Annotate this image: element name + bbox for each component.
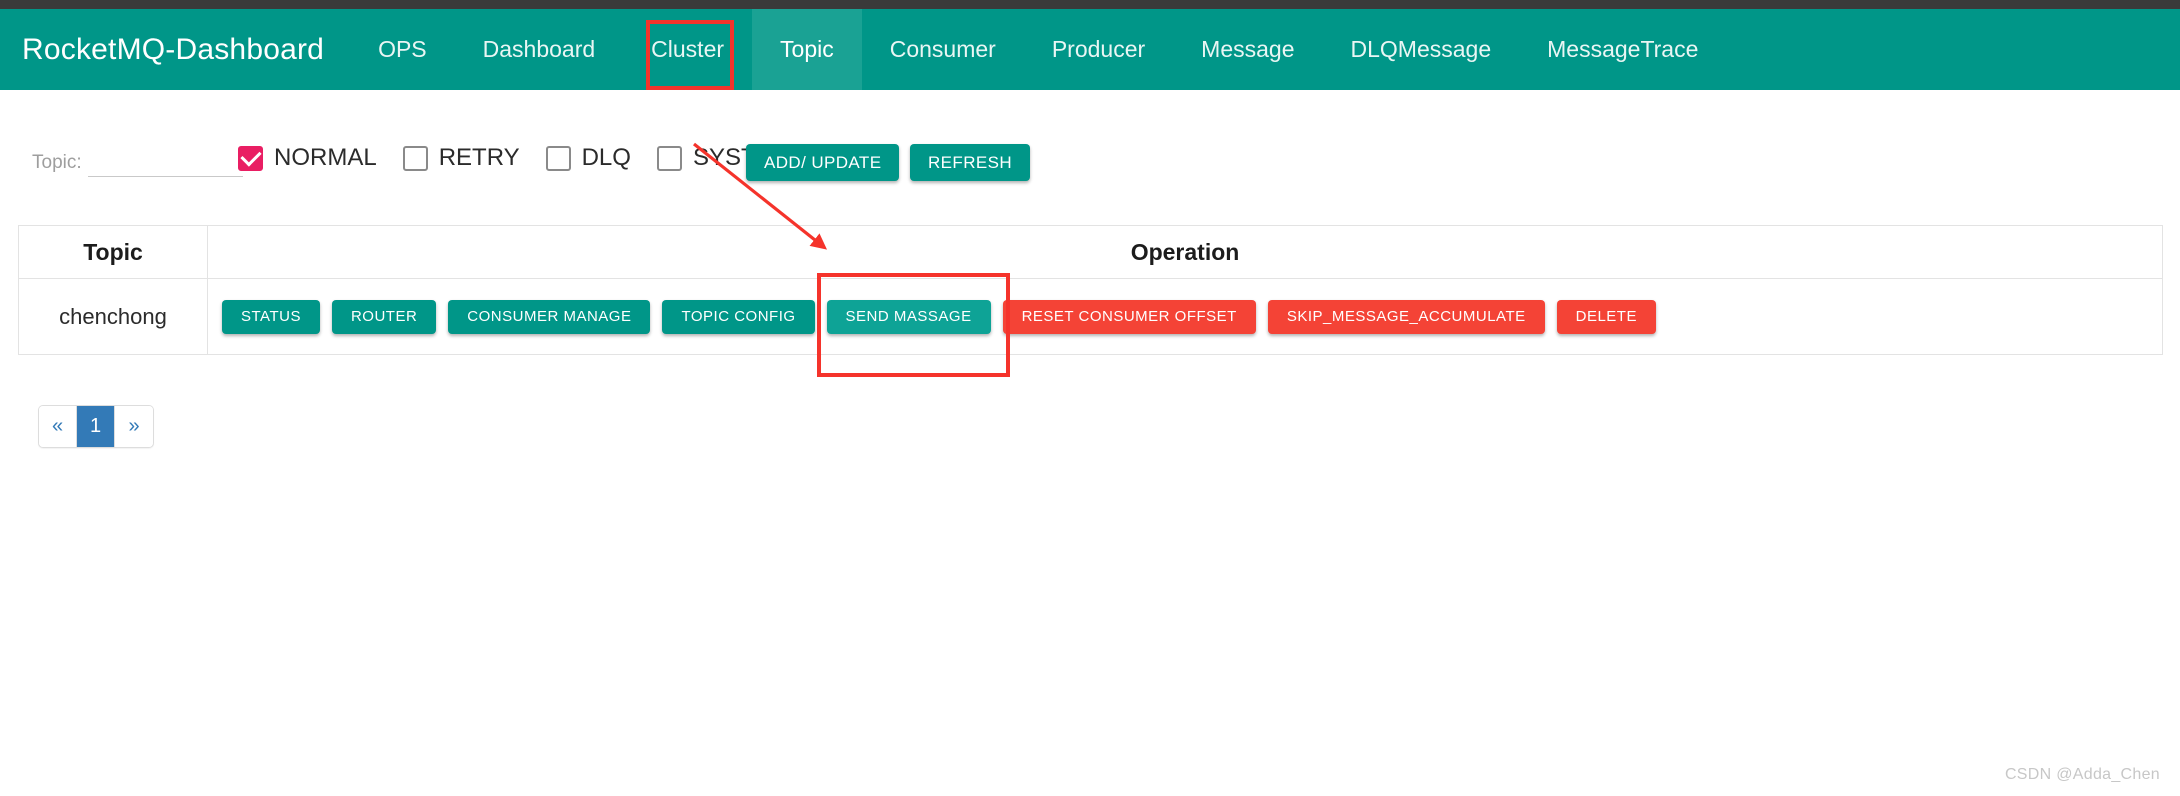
column-header-operation: Operation xyxy=(1130,238,1240,265)
checkbox-retry[interactable]: RETRY xyxy=(402,144,520,172)
pagination-next[interactable]: » xyxy=(115,406,153,447)
topic-search-input[interactable] xyxy=(87,151,243,177)
top-dark-strip xyxy=(0,0,2180,9)
column-header-topic: Topic xyxy=(19,226,208,278)
page-root: RocketMQ-Dashboard OPS Dashboard Cluster… xyxy=(0,0,2180,796)
op-send-message-button[interactable]: SEND MASSAGE xyxy=(826,299,991,334)
checkbox-dlq-label: DLQ xyxy=(581,144,631,171)
nav-item-consumer[interactable]: Consumer xyxy=(862,9,1024,90)
operation-button-group: STATUS ROUTER CONSUMER MANAGE TOPIC CONF… xyxy=(208,299,2162,334)
topic-filter-field: Topic: xyxy=(32,151,243,177)
nav-item-messagetrace[interactable]: MessageTrace xyxy=(1519,9,1726,90)
op-router-button[interactable]: ROUTER xyxy=(331,299,437,334)
topic-type-checkbox-group: NORMAL RETRY DLQ SYSTEM xyxy=(238,144,818,172)
checkbox-dlq-box[interactable] xyxy=(545,145,571,171)
table-header-row: Topic Operation xyxy=(19,226,2162,279)
nav-item-message[interactable]: Message xyxy=(1173,9,1322,90)
add-update-button[interactable]: ADD/ UPDATE xyxy=(746,144,900,181)
nav-item-dlqmessage[interactable]: DLQMessage xyxy=(1323,9,1520,90)
cell-operations: STATUS ROUTER CONSUMER MANAGE TOPIC CONF… xyxy=(208,279,2162,354)
topic-filter-label: Topic: xyxy=(32,152,82,173)
checkbox-dlq[interactable]: DLQ xyxy=(545,144,631,172)
op-skip-message-accumulate-button[interactable]: SKIP_MESSAGE_ACCUMULATE xyxy=(1267,299,1545,334)
brand-title: RocketMQ-Dashboard xyxy=(22,32,325,66)
pagination: « 1 » xyxy=(38,405,154,448)
topic-table: Topic Operation chenchong STATUS ROUTER … xyxy=(18,225,2163,355)
checkbox-normal[interactable]: NORMAL xyxy=(238,144,377,172)
watermark-text: CSDN @Adda_Chen xyxy=(2004,766,2160,783)
table-row: chenchong STATUS ROUTER CONSUMER MANAGE … xyxy=(19,279,2162,354)
op-status-button[interactable]: STATUS xyxy=(222,299,320,334)
checkbox-system-box[interactable] xyxy=(656,145,682,171)
refresh-button[interactable]: REFRESH xyxy=(910,144,1031,181)
checkbox-normal-label: NORMAL xyxy=(274,144,377,171)
op-consumer-manage-button[interactable]: CONSUMER MANAGE xyxy=(448,299,651,334)
cell-topic-name: chenchong xyxy=(19,279,208,354)
checkbox-retry-label: RETRY xyxy=(438,144,520,171)
nav-item-dashboard[interactable]: Dashboard xyxy=(455,9,624,90)
op-topic-config-button[interactable]: TOPIC CONFIG xyxy=(662,299,815,334)
checkbox-normal-box[interactable] xyxy=(238,145,263,171)
main-navbar: RocketMQ-Dashboard OPS Dashboard Cluster… xyxy=(0,9,2180,90)
pagination-prev[interactable]: « xyxy=(39,406,77,447)
nav-item-ops[interactable]: OPS xyxy=(350,9,455,90)
nav-item-producer[interactable]: Producer xyxy=(1024,9,1173,90)
op-reset-consumer-offset-button[interactable]: RESET CONSUMER OFFSET xyxy=(1002,299,1256,334)
filter-toolbar: Topic: NORMAL RETRY DLQ SYSTEM ADD/ UPDA… xyxy=(0,138,2180,200)
op-delete-button[interactable]: DELETE xyxy=(1556,299,1656,334)
pagination-page-1[interactable]: 1 xyxy=(77,406,115,447)
nav-item-cluster[interactable]: Cluster xyxy=(623,9,752,90)
nav-item-topic[interactable]: Topic xyxy=(752,9,862,90)
checkbox-retry-box[interactable] xyxy=(402,145,428,171)
